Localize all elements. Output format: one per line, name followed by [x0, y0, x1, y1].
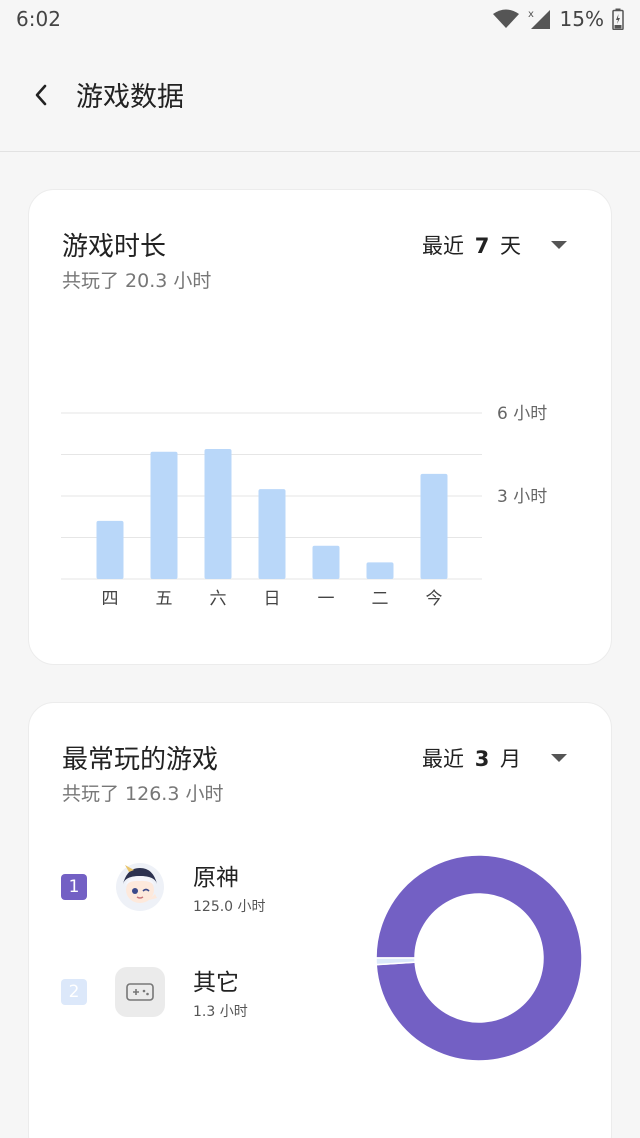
- bar-二: [366, 562, 394, 579]
- page-title: 游戏数据: [76, 82, 184, 113]
- chevron-left-icon: [35, 84, 47, 105]
- battery-icon: [612, 8, 624, 30]
- x-tick-label: 一: [318, 589, 335, 609]
- x-tick-label: 五: [156, 589, 173, 609]
- daily-playtime-chart: 3 小时 6 小时四 五 六 日 一 二 今: [61, 404, 547, 609]
- y-tick-label: 6 小时: [497, 404, 547, 424]
- app-bar: 游戏数据: [0, 38, 640, 152]
- bar-四: [96, 520, 124, 579]
- game-row-genshin[interactable]: 1 原神 125.0 小时: [61, 858, 266, 916]
- top-games-card: 最常玩的游戏 共玩了 126.3 小时 最近 3 月 1 原神 125.0 小时…: [28, 702, 612, 1138]
- status-time: 6:02: [16, 7, 61, 31]
- x-tick-label: 六: [210, 589, 227, 609]
- rank-badge: 1: [61, 874, 87, 900]
- svg-text:x: x: [528, 9, 534, 20]
- bar-今: [420, 473, 448, 579]
- x-tick-label: 今: [426, 589, 443, 609]
- y-tick-label: 3 小时: [497, 487, 547, 507]
- top-games-range-dropdown[interactable]: 最近 3 月: [422, 743, 567, 773]
- game-hours: 125.0 小时: [193, 899, 266, 915]
- battery-percent: 15%: [559, 7, 604, 31]
- back-button[interactable]: [28, 75, 54, 115]
- x-tick-label: 二: [372, 589, 389, 609]
- dropdown-caret-icon: [551, 754, 567, 762]
- top-games-title: 最常玩的游戏: [62, 745, 219, 775]
- bar-六: [204, 448, 232, 579]
- range-text: 最近 3 月: [422, 747, 521, 771]
- genshin-avatar-icon: [115, 862, 165, 912]
- x-tick-label: 日: [264, 589, 281, 609]
- top-games-total: 共玩了 126.3 小时: [62, 783, 224, 805]
- game-name: 原神: [193, 865, 239, 891]
- playtime-share-donut-chart: [375, 854, 583, 1062]
- game-name: 其它: [193, 970, 239, 996]
- wifi-icon: [492, 9, 519, 28]
- playtime-card: 游戏时长 共玩了 20.3 小时 最近 7 天 3 小时 6 小时四五六日一二今: [28, 189, 612, 665]
- bar-日: [258, 489, 286, 579]
- gamepad-icon: [115, 967, 165, 1017]
- x-tick-label: 四: [102, 589, 119, 609]
- status-bar: 6:02 x 15%: [0, 0, 640, 38]
- game-row-other[interactable]: 2 其它 1.3 小时: [61, 963, 248, 1021]
- bar-一: [312, 545, 340, 579]
- bar-五: [150, 451, 178, 579]
- signal-icon: x: [528, 9, 550, 29]
- status-icons: x 15%: [492, 7, 624, 31]
- rank-badge: 2: [61, 979, 87, 1005]
- game-hours: 1.3 小时: [193, 1004, 248, 1020]
